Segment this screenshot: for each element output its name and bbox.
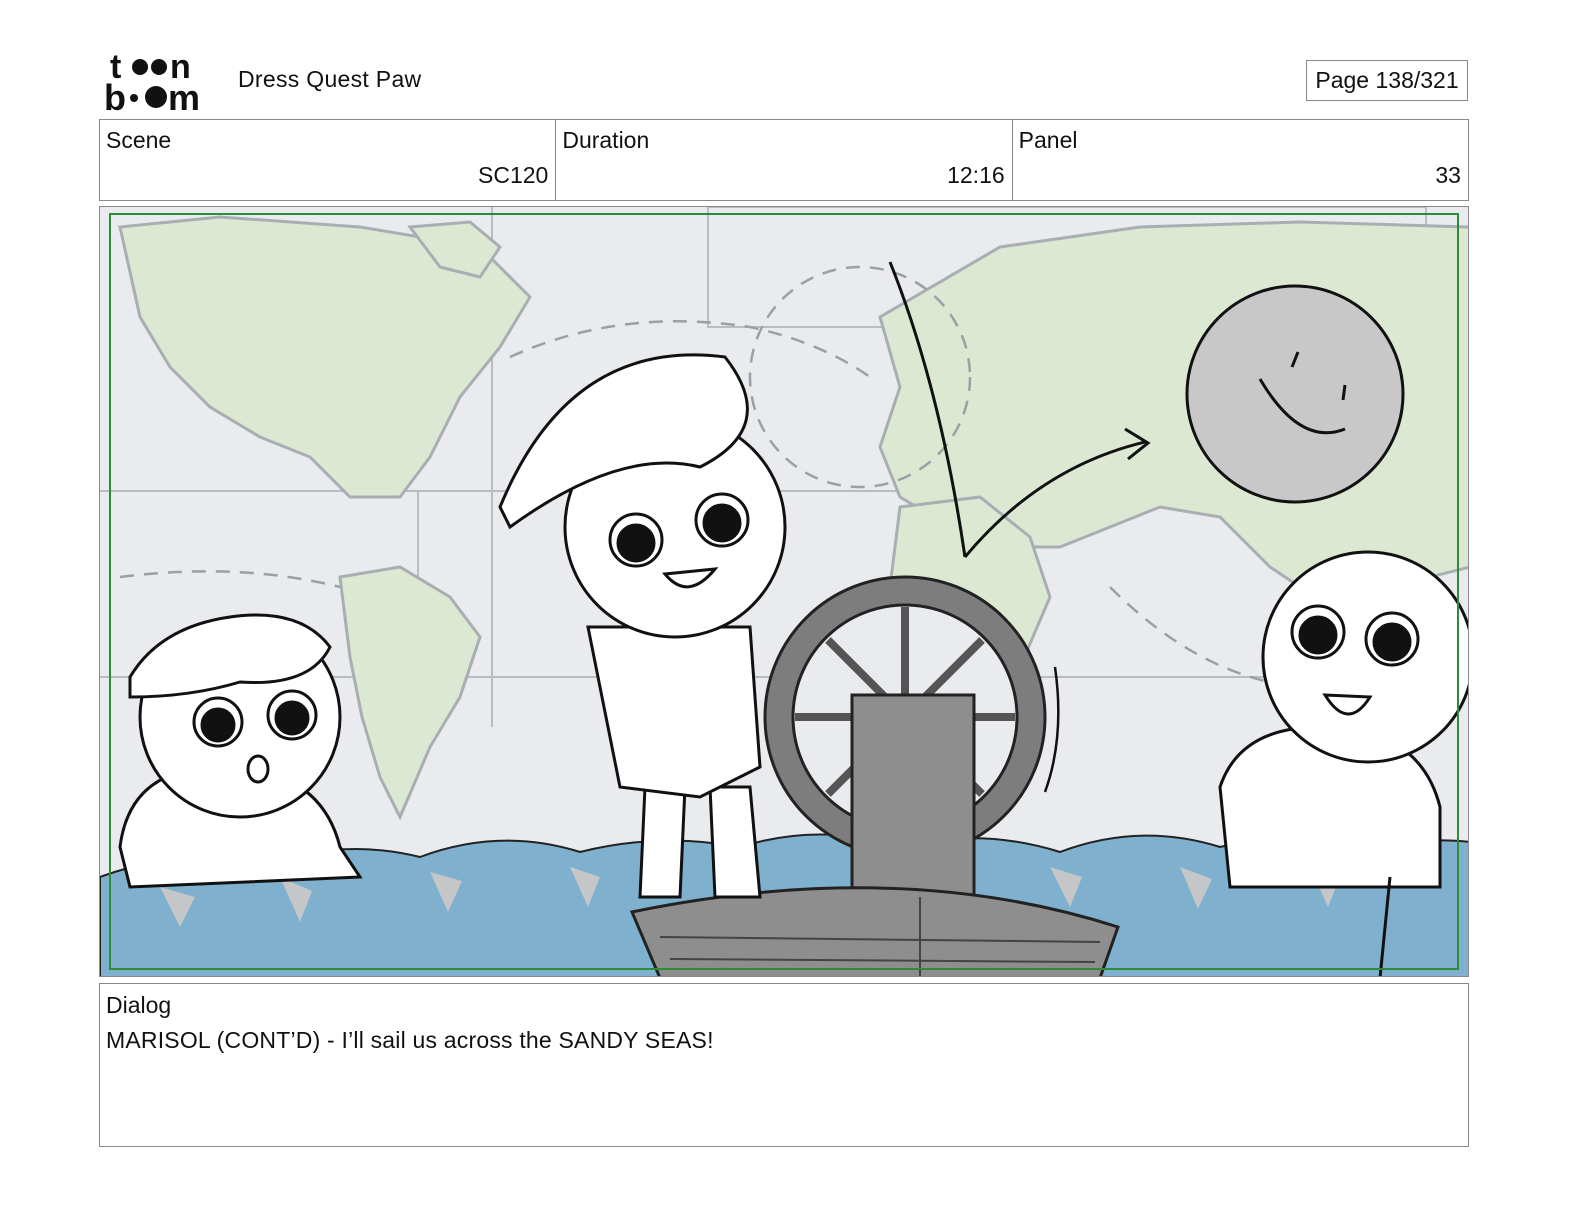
smiling-sun bbox=[1185, 284, 1405, 504]
scene-info-row: Scene SC120 Duration 12:16 Panel 33 bbox=[99, 119, 1469, 201]
svg-text:m: m bbox=[168, 77, 200, 112]
duration-cell: Duration 12:16 bbox=[555, 120, 1011, 200]
dialog-box: Dialog MARISOL (CONT’D) - I’ll sail us a… bbox=[99, 983, 1469, 1147]
scene-cell: Scene SC120 bbox=[100, 120, 555, 200]
left-character bbox=[118, 613, 363, 889]
panel-cell: Panel 33 bbox=[1011, 120, 1468, 200]
project-title: Dress Quest Paw bbox=[238, 66, 422, 92]
storyboard-panel bbox=[99, 206, 1469, 977]
duration-label: Duration bbox=[562, 127, 650, 153]
scene-label: Scene bbox=[106, 127, 172, 153]
wheel-post bbox=[850, 693, 976, 897]
panel-label: Panel bbox=[1018, 127, 1078, 153]
scene-value: SC120 bbox=[478, 162, 549, 188]
dialog-label: Dialog bbox=[106, 992, 172, 1018]
toon-boom-logo: t n b m bbox=[104, 50, 200, 112]
svg-text:b: b bbox=[104, 77, 126, 112]
duration-value: 12:16 bbox=[947, 162, 1005, 188]
page-counter: Page 138/321 bbox=[1306, 60, 1468, 101]
dialog-text: MARISOL (CONT’D) - I’ll sail us across t… bbox=[106, 1027, 714, 1053]
panel-artwork bbox=[100, 207, 1468, 976]
panel-value: 33 bbox=[1435, 162, 1461, 188]
